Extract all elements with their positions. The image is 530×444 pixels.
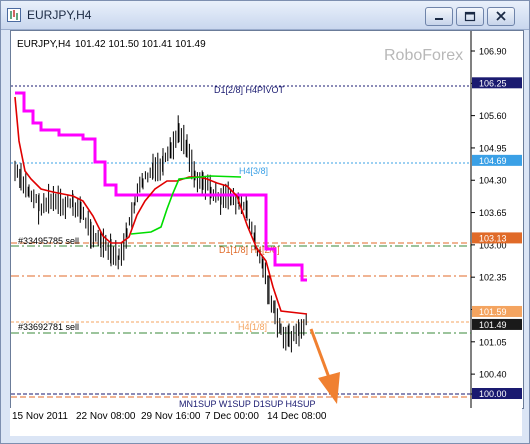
price-tick-label: 102.35: [479, 273, 507, 283]
close-button[interactable]: [487, 7, 515, 26]
price-tick-label: 101.05: [479, 337, 507, 347]
maximize-button[interactable]: [456, 7, 484, 26]
sell-order-1[interactable]: #33495785 sell: [18, 236, 79, 246]
watermark-label: RoboForex: [384, 47, 463, 64]
chart-window: EURJPY,H4 EURJPY,H4 101.42 101.50 101.41…: [0, 0, 530, 444]
time-axis: 15 Nov 2011 22 Nov 08:00 29 Nov 16:00 7 …: [10, 408, 522, 436]
down-arrow-icon: [309, 328, 340, 404]
title-bar: EURJPY,H4: [1, 1, 529, 30]
maximize-icon: [464, 11, 476, 22]
price-chart[interactable]: EURJPY,H4 101.42 101.50 101.41 101.49 Ro…: [11, 31, 523, 408]
price-tick-label: 104.30: [479, 176, 507, 186]
price-axis: 106.90 106.25 105.60 104.95 104.30 103.65 103.…: [471, 47, 522, 400]
time-label-4: 7 Dec 00:00: [205, 411, 259, 422]
pivot-level-label: D1[2/8] H4PIVOT: [214, 85, 285, 95]
price-badge-label: 103.13: [479, 233, 507, 243]
time-label-2: 22 Nov 08:00: [76, 411, 136, 422]
price-tick-label: 103.65: [479, 208, 507, 218]
price-bars: [14, 115, 307, 353]
sell-order-2[interactable]: #33692781 sell: [18, 322, 79, 332]
h4-18-level-label: H4[1/8]: [238, 322, 267, 332]
symbol-label: EURJPY,H4: [17, 39, 71, 50]
chart-area[interactable]: EURJPY,H4 101.42 101.50 101.41 101.49 Ro…: [10, 30, 524, 409]
price-tick-label: 104.95: [479, 143, 507, 153]
time-label-3: 29 Nov 16:00: [141, 411, 201, 422]
price-badge-label: 101.59: [479, 307, 507, 317]
chart-icon: [7, 8, 21, 22]
price-badge-label: 104.69: [479, 156, 507, 166]
time-label-1: 15 Nov 2011: [12, 411, 68, 422]
price-tick-label: 106.90: [479, 47, 507, 57]
h4-38-level-label: H4[3/8]: [239, 166, 268, 176]
support-level-label: MN1SUP W1SUP D1SUP H4SUP: [179, 399, 316, 408]
price-badge-label: 101.49: [479, 320, 507, 330]
close-icon: [496, 11, 506, 21]
price-tick-label: 105.60: [479, 111, 507, 121]
price-badge-label: 100.00: [479, 389, 507, 399]
price-badge-label: 106.25: [479, 78, 507, 88]
time-label-5: 14 Dec 08:00: [267, 411, 327, 422]
window-title: EURJPY,H4: [27, 8, 92, 22]
minimize-button[interactable]: [425, 7, 453, 26]
minimize-icon: [435, 18, 443, 20]
ohlc-values: 101.42 101.50 101.41 101.49: [75, 39, 206, 50]
price-tick-label: 100.40: [479, 370, 507, 380]
